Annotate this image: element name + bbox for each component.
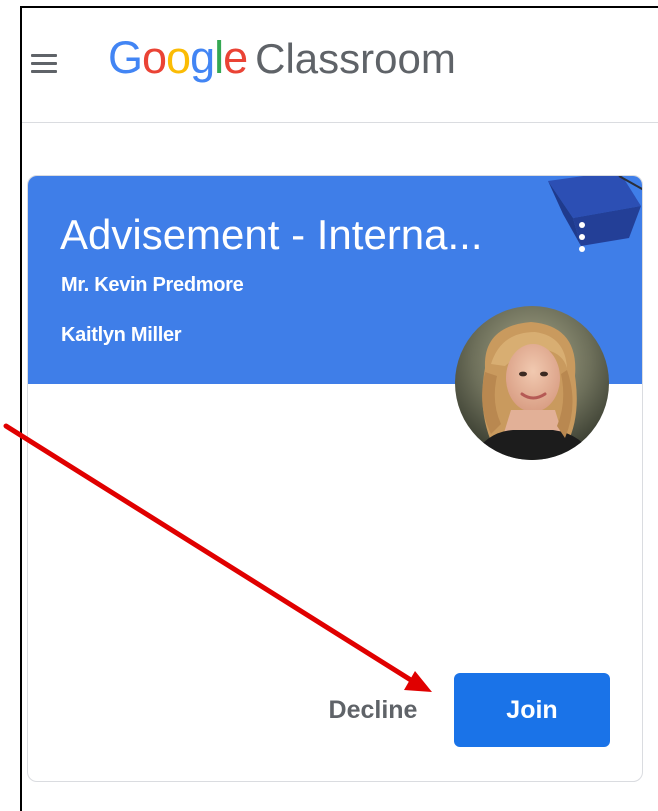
class-invitation-card: Advisement - Interna... Mr. Kevin Predmo… bbox=[27, 175, 643, 782]
google-classroom-logo[interactable]: Google Classroom bbox=[108, 32, 456, 92]
class-title[interactable]: Advisement - Interna... bbox=[60, 210, 530, 260]
more-vertical-icon[interactable] bbox=[576, 220, 588, 254]
decline-button[interactable]: Decline bbox=[310, 673, 436, 747]
join-button[interactable]: Join bbox=[454, 673, 610, 747]
app-header: Google Classroom bbox=[22, 8, 658, 123]
hamburger-menu-icon[interactable] bbox=[31, 54, 57, 74]
screenshot-frame: Google Classroom Advisement - Interna...… bbox=[0, 0, 658, 811]
avatar bbox=[455, 306, 609, 460]
teacher-name: Mr. Kevin Predmore bbox=[61, 274, 244, 296]
google-wordmark: Google bbox=[108, 32, 248, 83]
frame-border-left bbox=[20, 6, 22, 811]
product-name: Classroom bbox=[255, 35, 456, 82]
avatar-photo bbox=[455, 306, 609, 460]
student-name: Kaitlyn Miller bbox=[61, 324, 182, 346]
